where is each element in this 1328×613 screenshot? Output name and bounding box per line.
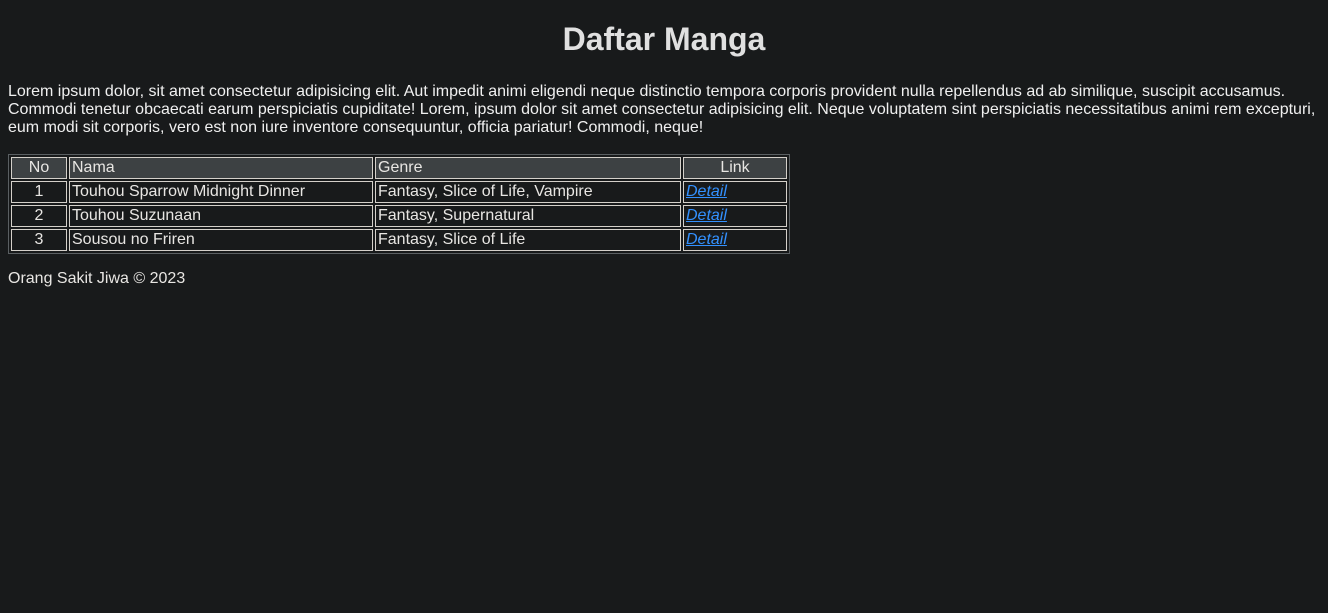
cell-nama: Touhou Sparrow Midnight Dinner [69,181,373,203]
page-title: Daftar Manga [562,21,766,57]
column-header-no: No [11,157,67,179]
column-header-genre: Genre [375,157,681,179]
footer-copyright: Orang Sakit Jiwa © 2023 [8,270,186,287]
cell-genre: Fantasy, Slice of Life, Vampire [375,181,681,203]
intro-paragraph: Lorem ipsum dolor, sit amet consectetur … [8,83,1316,136]
cell-link: Detail [683,181,787,203]
column-header-nama: Nama [69,157,373,179]
table-row: 1 Touhou Sparrow Midnight Dinner Fantasy… [11,181,787,203]
detail-link[interactable]: Detail [686,183,727,200]
cell-genre: Fantasy, Slice of Life [375,229,681,251]
page: Daftar Manga Lorem ipsum dolor, sit amet… [0,0,1328,288]
cell-genre: Fantasy, Supernatural [375,205,681,227]
table-row: 3 Sousou no Friren Fantasy, Slice of Lif… [11,229,787,251]
column-header-link: Link [683,157,787,179]
cell-no: 1 [11,181,67,203]
manga-table: No Nama Genre Link 1 Touhou Sparrow Midn… [8,154,790,254]
cell-nama: Touhou Suzunaan [69,205,373,227]
cell-link: Detail [683,229,787,251]
cell-no: 3 [11,229,67,251]
detail-link[interactable]: Detail [686,231,727,248]
cell-nama: Sousou no Friren [69,229,373,251]
table-header-row: No Nama Genre Link [11,157,787,179]
cell-no: 2 [11,205,67,227]
table-row: 2 Touhou Suzunaan Fantasy, Supernatural … [11,205,787,227]
detail-link[interactable]: Detail [686,207,727,224]
cell-link: Detail [683,205,787,227]
